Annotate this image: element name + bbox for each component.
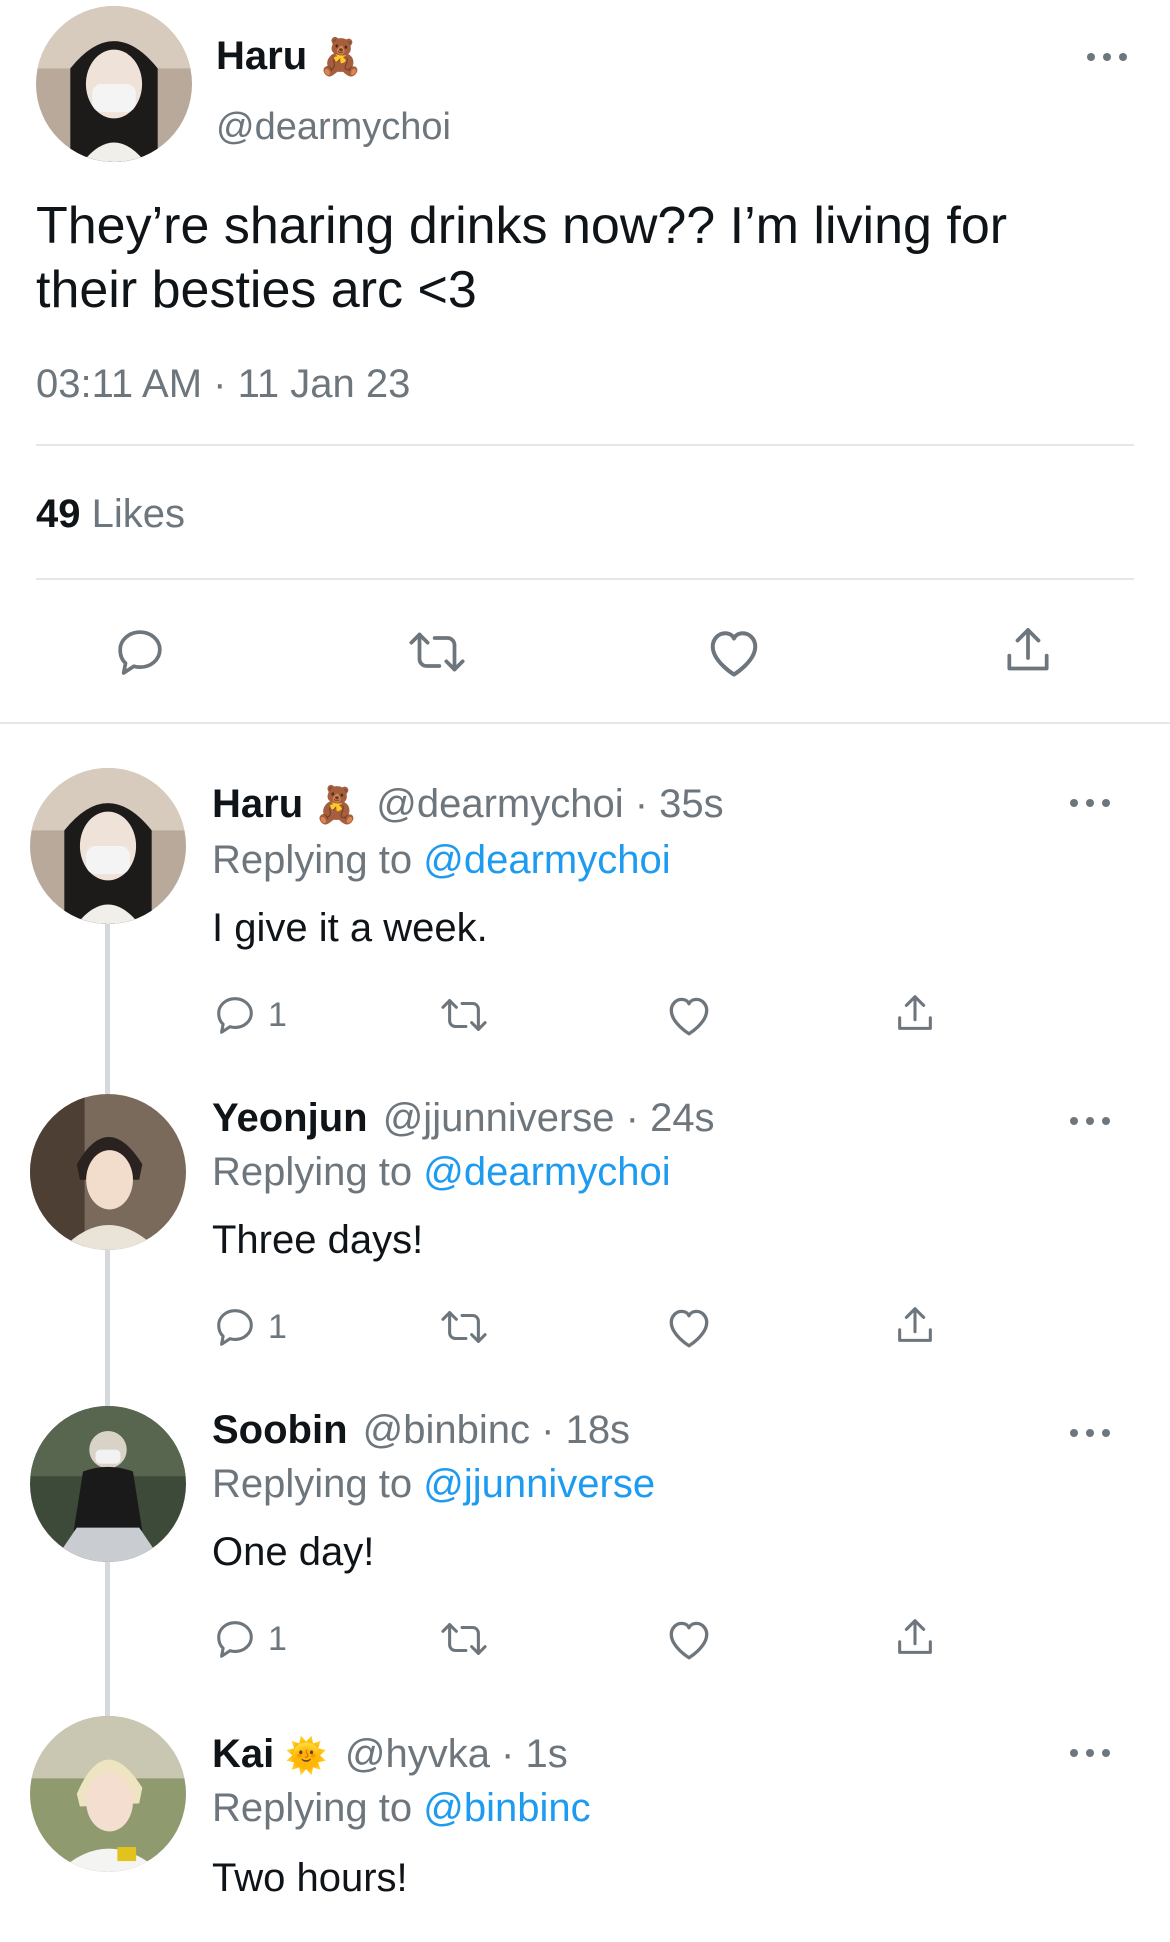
thread-line bbox=[105, 1250, 110, 1406]
share-icon bbox=[898, 1619, 932, 1654]
share-icon bbox=[898, 1307, 932, 1342]
replying-to-link[interactable]: @binbinc bbox=[423, 1786, 590, 1830]
author-handle-time[interactable]: @binbinc · 18s bbox=[363, 1408, 630, 1452]
replying-prefix: Replying to bbox=[212, 1786, 413, 1830]
reply-text: Two hours! bbox=[212, 1856, 408, 1900]
share-button[interactable] bbox=[892, 1614, 938, 1662]
heart-icon bbox=[710, 631, 758, 677]
author-name-text: Haru bbox=[216, 34, 308, 78]
tweet-text: They’re sharing drinks now?? I’m living … bbox=[36, 194, 1007, 322]
like-button[interactable] bbox=[664, 992, 714, 1038]
heart-icon bbox=[669, 1621, 709, 1660]
tweet-text-line: They’re sharing drinks now?? I’m living … bbox=[36, 197, 1008, 255]
retweet-icon bbox=[441, 1623, 487, 1655]
replying-to: Replying to @binbinc bbox=[212, 1786, 591, 1831]
retweet-button[interactable] bbox=[436, 1304, 492, 1350]
replying-to: Replying to @dearmychoi bbox=[212, 838, 671, 883]
heart-icon bbox=[669, 1309, 709, 1348]
more-icon[interactable] bbox=[1087, 50, 1127, 64]
more-icon[interactable] bbox=[1070, 1746, 1110, 1760]
reply-button[interactable]: 1 bbox=[212, 992, 287, 1038]
thread-line bbox=[105, 924, 110, 1094]
share-button[interactable] bbox=[892, 990, 938, 1038]
retweet-button[interactable] bbox=[404, 624, 470, 680]
avatar[interactable] bbox=[30, 1094, 186, 1250]
sun-emoji: 🌞 bbox=[285, 1737, 328, 1775]
author-name[interactable]: Haru 🧸 bbox=[216, 34, 363, 79]
reply-count: 1 bbox=[268, 1619, 287, 1658]
reply-text: I give it a week. bbox=[212, 906, 488, 950]
tweet-text-line: their besties arc <3 bbox=[36, 261, 477, 319]
like-button[interactable] bbox=[704, 624, 764, 680]
reply-header: Soobin @binbinc · 18s bbox=[212, 1408, 630, 1453]
reply-text: One day! bbox=[212, 1530, 375, 1574]
reply-icon bbox=[118, 630, 162, 675]
share-button[interactable] bbox=[892, 1302, 938, 1350]
avatar[interactable] bbox=[30, 768, 186, 924]
thread-line bbox=[105, 1562, 110, 1716]
reply-header: Yeonjun @jjunniverse · 24s bbox=[212, 1096, 715, 1141]
author-name[interactable]: Soobin bbox=[212, 1408, 348, 1452]
tweet-timestamp[interactable]: 03:11 AM · 11 Jan 23 bbox=[36, 362, 410, 407]
reply-count: 1 bbox=[268, 1307, 287, 1346]
author-handle-time[interactable]: @hyvka · 1s bbox=[345, 1732, 568, 1776]
author-handle-time[interactable]: @jjunniverse · 24s bbox=[383, 1096, 715, 1140]
replying-to-link[interactable]: @dearmychoi bbox=[423, 838, 670, 882]
retweet-button[interactable] bbox=[436, 1616, 492, 1662]
share-icon bbox=[898, 995, 932, 1030]
divider bbox=[36, 578, 1134, 580]
reply-button[interactable] bbox=[112, 624, 168, 680]
replying-to-link[interactable]: @dearmychoi bbox=[423, 1150, 670, 1194]
more-icon[interactable] bbox=[1070, 1114, 1110, 1128]
reply-header: Haru 🧸 @dearmychoi · 35s bbox=[212, 782, 724, 827]
retweet-icon bbox=[441, 999, 487, 1031]
replying-to-link[interactable]: @jjunniverse bbox=[423, 1462, 655, 1506]
likes-label: Likes bbox=[91, 492, 186, 536]
reply-count: 1 bbox=[268, 995, 287, 1034]
author-name[interactable]: Haru bbox=[212, 782, 303, 826]
retweet-icon bbox=[441, 1311, 487, 1343]
replying-prefix: Replying to bbox=[212, 1150, 413, 1194]
avatar[interactable] bbox=[30, 1406, 186, 1562]
reply-icon bbox=[217, 997, 253, 1034]
teddy-bear-emoji: 🧸 bbox=[314, 784, 360, 825]
heart-icon bbox=[669, 997, 709, 1036]
divider bbox=[36, 444, 1134, 446]
retweet-icon bbox=[409, 632, 465, 672]
more-icon[interactable] bbox=[1070, 796, 1110, 810]
reply-button[interactable]: 1 bbox=[212, 1616, 287, 1662]
reply-icon bbox=[217, 1621, 253, 1658]
reply-button[interactable]: 1 bbox=[212, 1304, 287, 1350]
like-button[interactable] bbox=[664, 1616, 714, 1662]
section-divider bbox=[0, 722, 1170, 724]
teddy-bear-emoji: 🧸 bbox=[318, 36, 364, 77]
avatar[interactable] bbox=[30, 1716, 186, 1872]
author-name[interactable]: Kai bbox=[212, 1732, 274, 1776]
reply-text: Three days! bbox=[212, 1218, 424, 1262]
reply-icon bbox=[217, 1309, 253, 1346]
author-handle[interactable]: @dearmychoi bbox=[216, 106, 451, 149]
share-icon bbox=[1007, 628, 1049, 671]
like-button[interactable] bbox=[664, 1304, 714, 1350]
author-handle-time[interactable]: @dearmychoi · 35s bbox=[376, 782, 723, 826]
reply-header: Kai 🌞 @hyvka · 1s bbox=[212, 1732, 568, 1777]
replying-to: Replying to @jjunniverse bbox=[212, 1462, 655, 1507]
replying-prefix: Replying to bbox=[212, 1462, 413, 1506]
retweet-button[interactable] bbox=[436, 992, 492, 1038]
likes-stat[interactable]: 49 Likes bbox=[36, 492, 185, 537]
share-button[interactable] bbox=[1000, 622, 1056, 680]
author-name[interactable]: Yeonjun bbox=[212, 1096, 368, 1140]
avatar[interactable] bbox=[36, 6, 192, 162]
more-icon[interactable] bbox=[1070, 1426, 1110, 1440]
replying-to: Replying to @dearmychoi bbox=[212, 1150, 671, 1195]
replying-prefix: Replying to bbox=[212, 838, 413, 882]
likes-count: 49 bbox=[36, 492, 81, 536]
